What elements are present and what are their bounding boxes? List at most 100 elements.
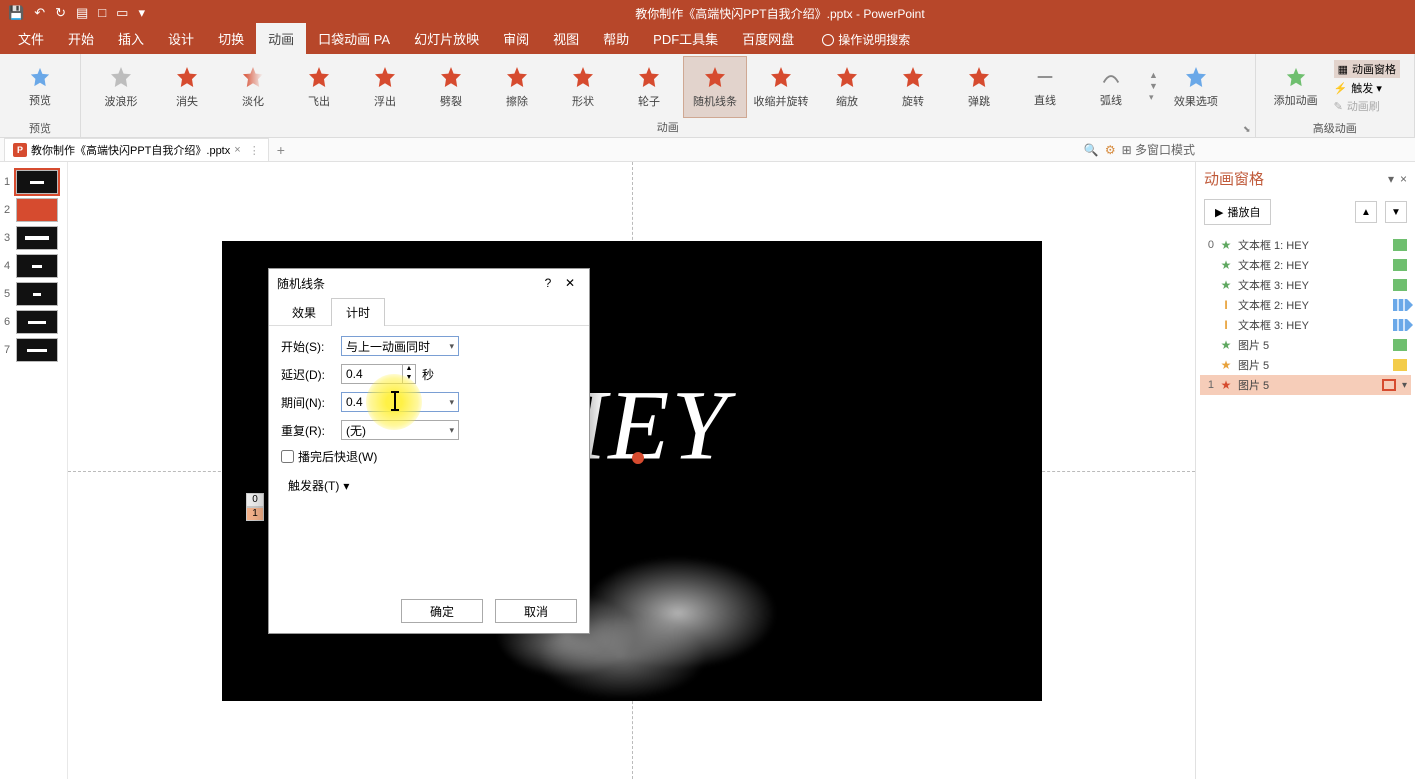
tab-effect[interactable]: 效果 (277, 298, 331, 326)
spin-up-icon[interactable]: ▲ (403, 365, 415, 374)
animation-pane-button[interactable]: ▦ 动画窗格 (1334, 60, 1400, 78)
document-tab[interactable]: P 教你制作《高端快闪PPT自我介绍》.pptx × ⋮ (4, 138, 269, 161)
dialog-help-icon[interactable]: ? (537, 276, 559, 290)
slide-editor[interactable]: HEY 0 1 (68, 162, 1195, 779)
tab-view[interactable]: 视图 (541, 23, 591, 54)
close-tab-icon[interactable]: × (234, 144, 240, 156)
add-animation[interactable]: 添加动画 (1264, 56, 1328, 118)
effect-10[interactable]: 收缩并旋转 (749, 56, 813, 118)
dialog-titlebar[interactable]: 随机线条 ? ✕ (269, 269, 589, 297)
effect-5[interactable]: 劈裂 (419, 56, 483, 118)
effect-15[interactable]: 弧线 (1079, 56, 1143, 118)
settings-icon[interactable]: ⚙ (1105, 143, 1116, 157)
effect-4[interactable]: 浮出 (353, 56, 417, 118)
rewind-checkbox[interactable] (281, 450, 294, 463)
tab-menu-icon[interactable]: ⋮ (249, 144, 260, 157)
star-icon (967, 65, 991, 89)
effect-1[interactable]: 消失 (155, 56, 219, 118)
star-icon (241, 65, 265, 89)
tab-addin[interactable]: 口袋动画 PA (306, 23, 402, 54)
undo-icon[interactable]: ↶ (34, 5, 45, 21)
anim-item[interactable]: ★图片 5 (1200, 335, 1411, 355)
effect-11[interactable]: 缩放 (815, 56, 879, 118)
start-select[interactable]: 与上一动画同时▾ (341, 336, 459, 356)
open-icon[interactable]: ▭ (116, 5, 128, 21)
thumb-1[interactable] (16, 170, 58, 194)
anim-item[interactable]: ★图片 5 (1200, 355, 1411, 375)
effect-9[interactable]: 随机线条 (683, 56, 747, 118)
tab-insert[interactable]: 插入 (106, 23, 156, 54)
new-icon[interactable]: □ (98, 5, 106, 21)
move-up-button[interactable]: ▲ (1355, 201, 1377, 223)
chevron-down-icon: ▾ (449, 397, 454, 408)
effect-7[interactable]: 形状 (551, 56, 615, 118)
thumb-3[interactable] (16, 226, 58, 250)
menubar: 文件 开始 插入 设计 切换 动画 口袋动画 PA 幻灯片放映 审阅 视图 帮助… (0, 26, 1415, 54)
new-tab-icon[interactable]: + (277, 142, 285, 158)
repeat-select[interactable]: (无)▾ (341, 420, 459, 440)
tab-animations[interactable]: 动画 (256, 23, 306, 54)
effect-6[interactable]: 擦除 (485, 56, 549, 118)
tab-pdf[interactable]: PDF工具集 (641, 23, 730, 54)
anim-item[interactable]: ★文本框 3: HEY (1200, 275, 1411, 295)
effect-0[interactable]: 波浪形 (89, 56, 153, 118)
item-menu-icon[interactable]: ▾ (1402, 380, 1407, 391)
ok-button[interactable]: 确定 (401, 599, 483, 623)
pane-menu-icon[interactable]: ▾ (1388, 172, 1394, 186)
tab-design[interactable]: 设计 (156, 23, 206, 54)
tab-baidu[interactable]: 百度网盘 (730, 23, 806, 54)
effect-8[interactable]: 轮子 (617, 56, 681, 118)
effect-options[interactable]: 效果选项 (1164, 56, 1228, 118)
star-icon (571, 65, 595, 89)
delay-input[interactable] (342, 365, 402, 383)
spin-down-icon[interactable]: ▼ (403, 374, 415, 383)
tab-transitions[interactable]: 切换 (206, 23, 256, 54)
multi-window[interactable]: ⊞ 多窗口模式 (1122, 141, 1195, 158)
anim-item[interactable]: I文本框 2: HEY (1200, 295, 1411, 315)
tab-help[interactable]: 帮助 (591, 23, 641, 54)
slideshow-icon[interactable]: ▤ (76, 5, 88, 21)
group-preview-label: 预览 (0, 120, 80, 138)
anim-item[interactable]: ★文本框 2: HEY (1200, 255, 1411, 275)
thumb-7[interactable] (16, 338, 58, 362)
group-adv-label: 高级动画 (1256, 120, 1414, 138)
thumb-6[interactable] (16, 310, 58, 334)
star-icon (373, 65, 397, 89)
delay-label: 延迟(D): (281, 366, 335, 383)
anim-item[interactable]: 1★图片 5▾ (1200, 375, 1411, 395)
tab-timing[interactable]: 计时 (331, 298, 385, 326)
star-icon (901, 65, 925, 89)
search-icon[interactable]: 🔍 (1084, 143, 1099, 157)
play-from-button[interactable]: ▶ 播放自 (1204, 199, 1271, 225)
dialog-close-icon[interactable]: ✕ (559, 276, 581, 290)
move-down-button[interactable]: ▼ (1385, 201, 1407, 223)
save-icon[interactable]: 💾 (8, 5, 24, 21)
effect-3[interactable]: 飞出 (287, 56, 351, 118)
text-cursor-icon (394, 392, 396, 410)
tell-me[interactable]: 操作说明搜索 (812, 25, 920, 54)
thumb-4[interactable] (16, 254, 58, 278)
effect-13[interactable]: 弹跳 (947, 56, 1011, 118)
redo-icon[interactable]: ↻ (55, 5, 66, 21)
cancel-button[interactable]: 取消 (495, 599, 577, 623)
anim-item[interactable]: I文本框 3: HEY (1200, 315, 1411, 335)
tab-file[interactable]: 文件 (6, 23, 56, 54)
gallery-scroll[interactable]: ▲▼▾ (1149, 70, 1158, 103)
effect-12[interactable]: 旋转 (881, 56, 945, 118)
pane-close-icon[interactable]: × (1400, 172, 1407, 186)
thumb-5[interactable] (16, 282, 58, 306)
delay-spinner[interactable]: ▲▼ (341, 364, 416, 384)
trigger-button[interactable]: ⚡ 触发 ▾ (1334, 80, 1400, 96)
anim-item[interactable]: 0★文本框 1: HEY (1200, 235, 1411, 255)
effect-2[interactable]: 淡化 (221, 56, 285, 118)
tab-home[interactable]: 开始 (56, 23, 106, 54)
tab-slideshow[interactable]: 幻灯片放映 (402, 23, 491, 54)
triggers-button[interactable]: 触发器(T) ▾ (281, 473, 356, 498)
preview-button[interactable]: 预览 (8, 56, 72, 118)
thumb-2[interactable] (16, 198, 58, 222)
timeline-chip[interactable]: 0 1 (246, 493, 264, 521)
duration-select[interactable]: 0.4▾ (341, 392, 459, 412)
tab-review[interactable]: 审阅 (491, 23, 541, 54)
dialog-launcher-icon[interactable]: ⬊ (1243, 124, 1251, 135)
effect-14[interactable]: 直线 (1013, 56, 1077, 118)
